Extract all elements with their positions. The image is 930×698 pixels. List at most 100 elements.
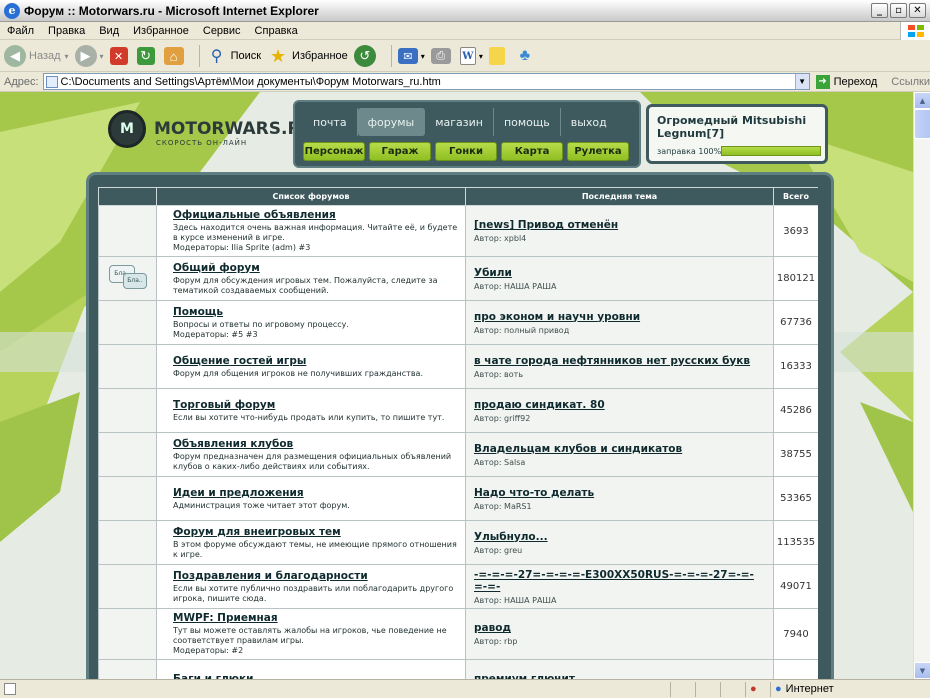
last-topic-link[interactable]: Надо что-то делать [474, 487, 765, 499]
window-controls: _ ▫ ✕ [871, 3, 926, 18]
forum-table-header: Список форумов Последняя тема Всего [98, 187, 818, 206]
maximize-button[interactable]: ▫ [890, 3, 907, 18]
forward-arrow-icon: ▶ [74, 45, 97, 67]
star-icon: ★ [269, 45, 287, 66]
forum-total: 3693 [773, 205, 818, 257]
edit-dropdown-icon[interactable]: ▾ [479, 52, 483, 61]
menu-tools[interactable]: Сервис [196, 25, 248, 37]
links-button[interactable]: Ссылки [891, 76, 930, 88]
nav-forums[interactable]: форумы [357, 108, 426, 136]
last-topic-link[interactable]: равод [474, 622, 765, 634]
history-button[interactable]: ↺ [353, 45, 379, 67]
last-topic-author: Автор: griff92 [474, 413, 531, 423]
favorites-label: Избранное [292, 50, 348, 62]
forum-name-link[interactable]: Официальные объявления [173, 209, 459, 221]
forum-moderators[interactable]: Модераторы: #2 [173, 646, 459, 656]
nav-bottom-menu: Персонаж Гараж Гонки Карта Рулетка [303, 142, 629, 161]
window-title: Форум :: Motorwars.ru - Microsoft Intern… [24, 3, 319, 18]
forum-info-cell: Общий форум Форум для обсуждения игровых … [156, 256, 466, 301]
address-input[interactable]: C:\Documents and Settings\Артём\Мои доку… [42, 73, 810, 90]
favorites-button[interactable]: ★ Избранное [267, 45, 348, 67]
vertical-scrollbar[interactable]: ▲ ▼ [913, 92, 930, 679]
print-button[interactable]: ⎙ [430, 48, 454, 64]
last-topic-link[interactable]: Убили [474, 267, 765, 279]
messenger-button[interactable]: ♣ [514, 45, 539, 67]
fuel-label: заправка 100% [657, 147, 722, 156]
search-button[interactable]: ⚲ Поиск [206, 45, 261, 67]
go-button[interactable]: ➜ Переход [815, 74, 877, 89]
refresh-button[interactable]: ↻ [136, 47, 158, 65]
forum-name-link[interactable]: Общий форум [173, 262, 459, 274]
nav-shop[interactable]: магазин [425, 108, 494, 136]
home-button[interactable]: ⌂ [163, 47, 187, 65]
last-topic-cell: равод Автор: rbp [465, 608, 774, 660]
forum-icon-cell [98, 659, 157, 679]
header-total: Всего [773, 187, 818, 206]
nav-logout[interactable]: выход [561, 108, 617, 136]
forum-name-link[interactable]: Поздравления и благодарности [173, 570, 459, 582]
back-button[interactable]: ◀ Назад ▾ [4, 45, 69, 67]
menu-view[interactable]: Вид [92, 25, 126, 37]
status-cell [695, 681, 720, 697]
nav-garage-button[interactable]: Гараж [369, 142, 431, 161]
forum-info-cell: Торговый форум Если вы хотите что-нибудь … [156, 388, 466, 433]
scroll-up-arrow-icon[interactable]: ▲ [914, 92, 930, 109]
car-name[interactable]: Огромедный Mitsubishi Legnum[7] [657, 114, 825, 140]
discuss-button[interactable] [488, 47, 508, 65]
browser-window: e Форум :: Motorwars.ru - Microsoft Inte… [0, 0, 930, 698]
nav-roulette-button[interactable]: Рулетка [567, 142, 629, 161]
forum-info-cell: Официальные объявления Здесь находится оч… [156, 205, 466, 257]
menu-edit[interactable]: Правка [41, 25, 92, 37]
scroll-down-arrow-icon[interactable]: ▼ [914, 662, 930, 679]
nav-mail[interactable]: почта [303, 108, 358, 136]
motorwars-logo-icon: M [108, 110, 146, 148]
forum-name-link[interactable]: Объявления клубов [173, 438, 459, 450]
forward-button[interactable]: ▶ ▾ [74, 45, 104, 67]
last-topic-link[interactable]: про эконом и научн уровни [474, 311, 765, 323]
last-topic-link[interactable]: Владельцам клубов и синдикатов [474, 443, 765, 455]
forum-total: 53365 [773, 476, 818, 521]
nav-character-button[interactable]: Персонаж [303, 142, 365, 161]
last-topic-link[interactable]: Улыбнуло... [474, 531, 765, 543]
back-dropdown-icon[interactable]: ▾ [65, 52, 69, 61]
last-topic-link[interactable]: [news] Привод отменён [474, 219, 765, 231]
forum-name-link[interactable]: Торговый форум [173, 399, 459, 411]
last-topic-link[interactable]: продаю синдикат. 80 [474, 399, 765, 411]
site-logo[interactable]: M MOTORWARS.RU СКОРОСТЬ ОН-ЛАЙН [108, 110, 314, 148]
forum-icon-cell [98, 432, 157, 477]
nav-help[interactable]: помощь [494, 108, 561, 136]
title-bar: e Форум :: Motorwars.ru - Microsoft Inte… [0, 0, 930, 22]
stop-button[interactable]: ✕ [109, 47, 131, 65]
last-topic-cell: Надо что-то делать Автор: MaRS1 [465, 476, 774, 521]
forum-row: Форум для внеигровых тем В этом форуме об… [98, 520, 818, 565]
last-topic-cell: премиум глючитАвтор: Отличный [465, 659, 774, 679]
forum-name-link[interactable]: Идеи и предложения [173, 487, 459, 499]
forum-name-link[interactable]: Помощь [173, 306, 459, 318]
forum-moderators[interactable]: Модераторы: Ilia Sprite (adm) #3 [173, 243, 459, 253]
address-dropdown-icon[interactable]: ▼ [794, 74, 809, 89]
nav-races-button[interactable]: Гонки [435, 142, 497, 161]
page-status-icon [4, 683, 16, 695]
last-topic-link[interactable]: в чате города нефтянников нет русских бу… [474, 355, 765, 367]
scroll-thumb[interactable] [914, 109, 930, 139]
forward-dropdown-icon[interactable]: ▾ [100, 52, 104, 61]
forum-icon-cell: Бла.. Бла.. [98, 256, 157, 301]
close-button[interactable]: ✕ [909, 3, 926, 18]
forum-name-link[interactable]: Общение гостей игры [173, 355, 459, 367]
forum-row: Помощь Вопросы и ответы по игровому проце… [98, 300, 818, 345]
minimize-button[interactable]: _ [871, 3, 888, 18]
forum-name-link[interactable]: MWPF: Приемная [173, 612, 459, 624]
mail-dropdown-icon[interactable]: ▾ [421, 52, 425, 61]
header-last-topic: Последняя тема [465, 187, 774, 206]
last-topic-link[interactable]: -=-=-=-27=-=-=-=-E300XX50RUS-=-=-=-27=-=… [474, 569, 765, 593]
edit-button[interactable]: W ▾ [459, 47, 483, 65]
forum-moderators[interactable]: Модераторы: #5 #3 [173, 330, 459, 340]
mail-button[interactable]: ✉ ▾ [397, 48, 425, 64]
toolbar-separator [198, 45, 200, 67]
forum-name-link[interactable]: Форум для внеигровых тем [173, 526, 459, 538]
privacy-icon[interactable]: ● [745, 681, 770, 697]
menu-help[interactable]: Справка [248, 25, 305, 37]
nav-map-button[interactable]: Карта [501, 142, 563, 161]
menu-favorites[interactable]: Избранное [126, 25, 196, 37]
menu-file[interactable]: Файл [0, 25, 41, 37]
